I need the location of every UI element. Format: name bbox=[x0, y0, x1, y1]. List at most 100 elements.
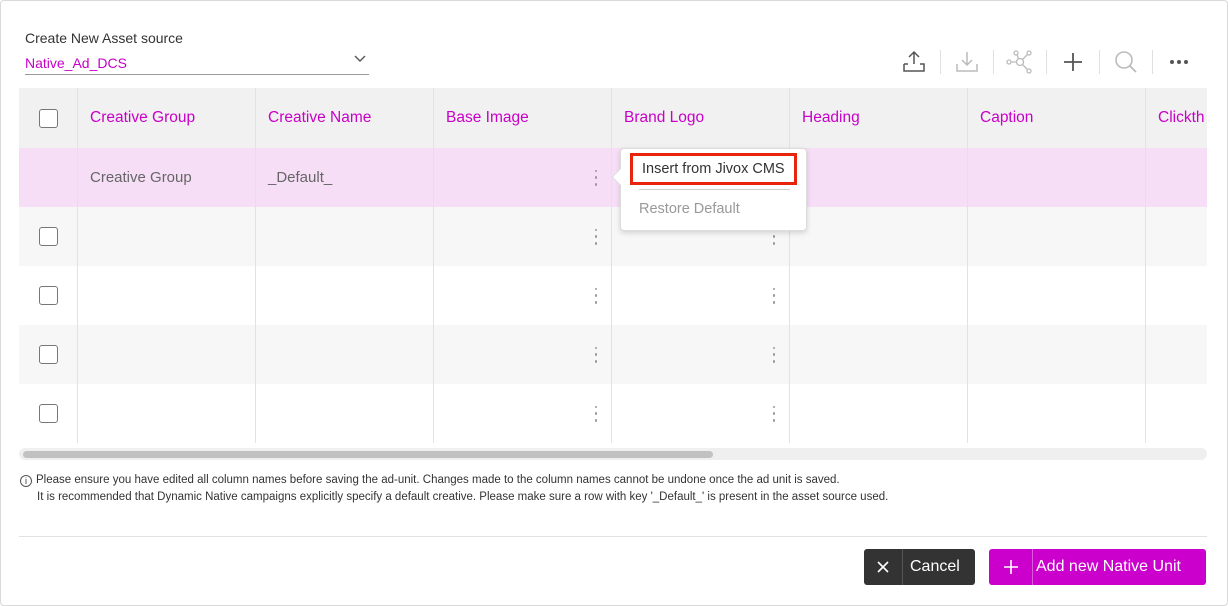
cell-menu-icon[interactable] bbox=[593, 287, 599, 304]
toolbar-separator bbox=[1046, 50, 1047, 74]
upload-icon bbox=[903, 50, 925, 72]
cell-heading[interactable] bbox=[790, 384, 968, 443]
cell-creative-name[interactable]: _Default_ bbox=[256, 148, 434, 207]
horizontal-scrollbar[interactable] bbox=[19, 448, 1207, 460]
column-header-creative-name[interactable]: Creative Name bbox=[256, 88, 434, 148]
upload-button[interactable] bbox=[896, 46, 932, 78]
column-header-brand-logo[interactable]: Brand Logo bbox=[612, 88, 790, 148]
cell-menu-icon[interactable] bbox=[771, 405, 777, 422]
table-row bbox=[19, 325, 1207, 384]
cell-creative-group[interactable] bbox=[78, 325, 256, 384]
table-row bbox=[19, 266, 1207, 325]
cell-creative-name[interactable] bbox=[256, 207, 434, 266]
cell-menu-icon[interactable] bbox=[771, 346, 777, 363]
select-all-checkbox[interactable] bbox=[38, 108, 58, 128]
cell-heading[interactable] bbox=[790, 325, 968, 384]
add-native-unit-button[interactable]: Add new Native Unit bbox=[989, 549, 1206, 585]
dialog-frame: Create New Asset source Native_Ad_DCS Cr… bbox=[0, 0, 1228, 606]
cell-base-image[interactable] bbox=[434, 207, 612, 266]
network-icon bbox=[1006, 50, 1032, 74]
cell-menu-icon[interactable] bbox=[593, 346, 599, 363]
cell-creative-group[interactable] bbox=[78, 266, 256, 325]
info-notes: i Please ensure you have edited all colum… bbox=[20, 472, 888, 506]
more-icon bbox=[1170, 60, 1188, 64]
cell-base-image[interactable] bbox=[434, 325, 612, 384]
cell-menu-icon[interactable] bbox=[593, 405, 599, 422]
cell-brand-logo[interactable] bbox=[612, 325, 790, 384]
row-select-cell bbox=[19, 325, 78, 384]
scrollbar-thumb[interactable] bbox=[23, 451, 713, 458]
table-row bbox=[19, 384, 1207, 443]
cell-base-image[interactable] bbox=[434, 384, 612, 443]
cancel-label: Cancel bbox=[910, 558, 960, 575]
cell-menu-icon[interactable] bbox=[593, 169, 599, 186]
footer-divider bbox=[19, 536, 1207, 537]
cell-brand-logo[interactable] bbox=[612, 384, 790, 443]
add-row-button[interactable] bbox=[1055, 46, 1091, 78]
chevron-down-icon bbox=[354, 55, 366, 62]
cell-caption[interactable] bbox=[968, 384, 1146, 443]
cell-clickthrough[interactable] bbox=[1146, 325, 1207, 384]
cell-heading[interactable] bbox=[790, 266, 968, 325]
row-checkbox[interactable] bbox=[38, 345, 58, 364]
download-button[interactable] bbox=[949, 46, 985, 78]
asset-source-label: Create New Asset source bbox=[25, 30, 183, 46]
row-select-cell bbox=[19, 148, 78, 207]
menu-item-insert-from-cms[interactable]: Insert from Jivox CMS bbox=[630, 153, 797, 185]
more-button[interactable] bbox=[1161, 46, 1197, 78]
cell-caption[interactable] bbox=[968, 207, 1146, 266]
cell-menu-icon[interactable] bbox=[593, 228, 599, 245]
cell-caption[interactable] bbox=[968, 325, 1146, 384]
cell-creative-group[interactable] bbox=[78, 384, 256, 443]
cell-caption[interactable] bbox=[968, 148, 1146, 207]
asset-grid: Creative Group Creative Name Base Image … bbox=[19, 88, 1207, 444]
cancel-button[interactable]: Cancel bbox=[864, 549, 975, 585]
close-icon bbox=[864, 549, 903, 585]
row-checkbox[interactable] bbox=[38, 286, 58, 305]
column-header-creative-group[interactable]: Creative Group bbox=[78, 88, 256, 148]
column-header-clickthrough[interactable]: Clickth bbox=[1146, 88, 1207, 148]
search-button[interactable] bbox=[1108, 46, 1144, 78]
cell-caption[interactable] bbox=[968, 266, 1146, 325]
toolbar-separator bbox=[1099, 50, 1100, 74]
cell-heading[interactable] bbox=[790, 207, 968, 266]
table-row bbox=[19, 207, 1207, 266]
cell-clickthrough[interactable] bbox=[1146, 266, 1207, 325]
cell-menu-icon[interactable] bbox=[771, 287, 777, 304]
select-all-cell bbox=[19, 88, 78, 148]
cell-heading[interactable] bbox=[790, 148, 968, 207]
cell-clickthrough[interactable] bbox=[1146, 207, 1207, 266]
row-select-cell bbox=[19, 266, 78, 325]
cell-creative-group[interactable] bbox=[78, 207, 256, 266]
cell-creative-name[interactable] bbox=[256, 384, 434, 443]
toolbar-separator bbox=[993, 50, 994, 74]
cell-creative-group[interactable]: Creative Group bbox=[78, 148, 256, 207]
cell-base-image[interactable] bbox=[434, 148, 612, 207]
column-header-base-image[interactable]: Base Image bbox=[434, 88, 612, 148]
cell-brand-logo[interactable] bbox=[612, 266, 790, 325]
note-line-1: Please ensure you have edited all column… bbox=[36, 474, 840, 486]
row-checkbox[interactable] bbox=[38, 404, 58, 423]
toolbar-separator bbox=[1152, 50, 1153, 74]
cell-clickthrough[interactable] bbox=[1146, 148, 1207, 207]
cell-clickthrough[interactable] bbox=[1146, 384, 1207, 443]
cell-creative-name[interactable] bbox=[256, 325, 434, 384]
toolbar-separator bbox=[940, 50, 941, 74]
connect-button[interactable] bbox=[1002, 46, 1038, 78]
row-select-cell bbox=[19, 207, 78, 266]
menu-item-restore-default[interactable]: Restore Default bbox=[639, 201, 740, 217]
download-icon bbox=[956, 52, 978, 72]
plus-icon bbox=[989, 549, 1033, 585]
asset-source-select[interactable]: Native_Ad_DCS bbox=[25, 52, 369, 75]
plus-icon bbox=[1064, 53, 1082, 71]
note-line-2: It is recommended that Dynamic Native ca… bbox=[37, 491, 889, 503]
cell-base-image[interactable] bbox=[434, 266, 612, 325]
column-header-heading[interactable]: Heading bbox=[790, 88, 968, 148]
search-icon bbox=[1115, 51, 1137, 73]
cell-creative-name[interactable] bbox=[256, 266, 434, 325]
add-native-unit-label: Add new Native Unit bbox=[1036, 558, 1181, 575]
column-header-caption[interactable]: Caption bbox=[968, 88, 1146, 148]
table-header-row: Creative Group Creative Name Base Image … bbox=[19, 88, 1207, 148]
row-select-cell bbox=[19, 384, 78, 443]
row-checkbox[interactable] bbox=[38, 227, 58, 246]
